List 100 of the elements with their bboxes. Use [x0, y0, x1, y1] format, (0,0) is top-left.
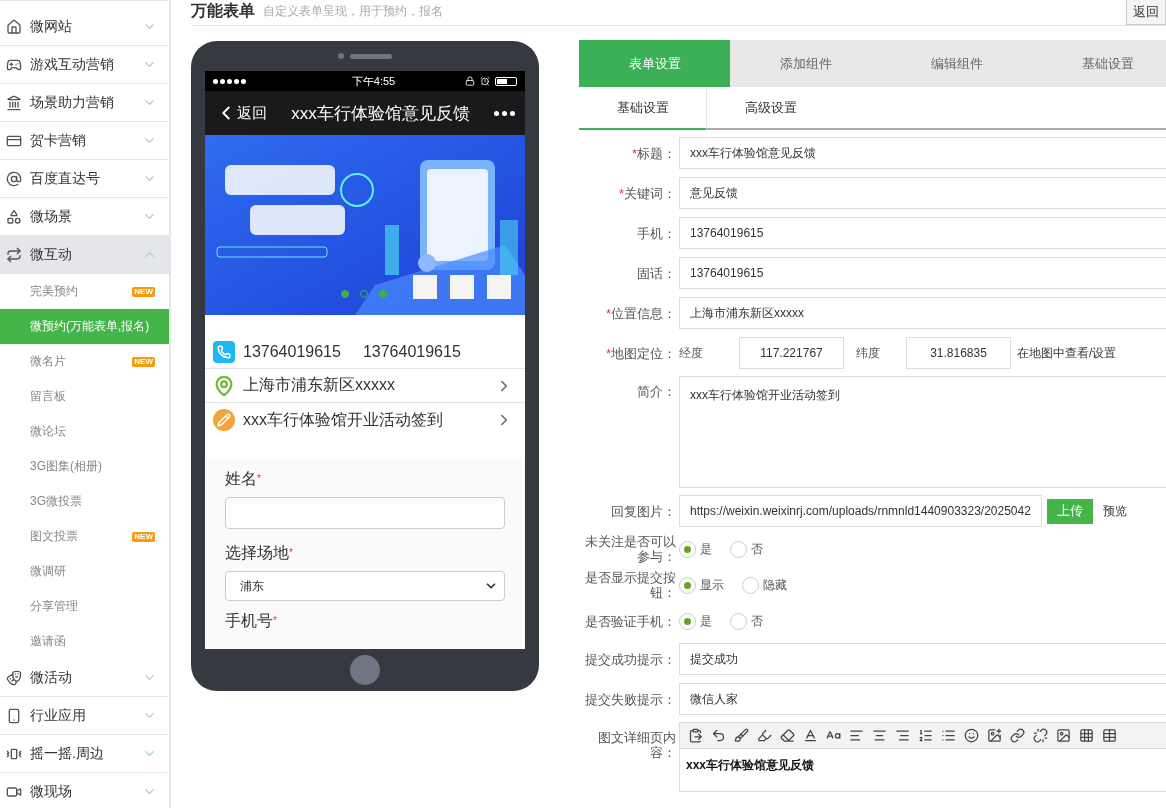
text-field[interactable]: 微信人家	[679, 683, 1166, 715]
field-label: 手机：	[636, 225, 677, 241]
longitude-label: 经度	[679, 344, 703, 362]
field-label: 选择场地*	[225, 543, 294, 563]
bullet-list-icon[interactable]	[941, 728, 956, 743]
radio-option[interactable]: 否	[730, 612, 763, 630]
brush-icon[interactable]	[734, 728, 749, 743]
required-mark: *	[289, 547, 293, 558]
radio-option[interactable]: 显示	[679, 576, 724, 594]
back-link[interactable]: 返回	[215, 102, 267, 124]
battery-icon	[495, 76, 517, 86]
mask-icon	[6, 669, 22, 686]
subtab[interactable]: 基础设置	[579, 88, 707, 130]
tab[interactable]: 添加组件	[730, 40, 881, 87]
required-mark: *	[618, 185, 624, 201]
contact-row: 13764019615 13764019615	[205, 335, 525, 369]
description-field[interactable]: xxx车行体验馆开业活动签到	[679, 376, 1166, 488]
field-label: 提交失败提示：	[584, 691, 677, 707]
signal-icon	[213, 78, 246, 84]
text-field[interactable]: xxx车行体验馆意见反馈	[679, 137, 1166, 169]
screen-title: xxx车行体验馆意见反馈	[290, 102, 471, 125]
pencil-icon	[213, 409, 235, 431]
camera-icon	[338, 53, 344, 59]
phone-icon	[6, 707, 22, 724]
map-pin-icon	[213, 374, 235, 397]
field-label: *标题：	[630, 145, 677, 161]
carousel-dot[interactable]	[379, 290, 387, 298]
highlighter-icon[interactable]	[757, 728, 772, 743]
radio-option[interactable]: 隐藏	[742, 576, 787, 594]
required-mark: *	[257, 473, 261, 484]
alarm-icon	[480, 76, 490, 86]
phone-icon	[213, 340, 235, 363]
home-button[interactable]	[350, 655, 380, 685]
longitude-field[interactable]: 117.221767	[739, 337, 844, 369]
lock-icon	[465, 76, 475, 86]
eraser-icon[interactable]	[780, 728, 795, 743]
required-mark: *	[605, 305, 611, 321]
latitude-field[interactable]: 31.816835	[906, 337, 1011, 369]
preview-link[interactable]: 预览	[1102, 502, 1127, 520]
field-label: 图文详细页内容：	[597, 729, 677, 760]
image-url-field[interactable]: https://weixin.weixinrj.com/uploads/rnmnld1440903323/2025042	[679, 495, 1042, 527]
home-icon	[6, 18, 22, 35]
rich-text-editor[interactable]: xxx车行体验馆意见反馈	[679, 722, 1166, 792]
align-center-icon[interactable]	[872, 728, 887, 743]
sidebar-item[interactable]: 微互动	[0, 236, 169, 274]
editor-content: xxx车行体验馆意见反馈	[685, 757, 816, 774]
latitude-label: 纬度	[856, 344, 880, 362]
field-label: 提交成功提示：	[584, 651, 677, 667]
table-icon[interactable]	[1102, 728, 1117, 743]
emoji-icon[interactable]	[964, 728, 979, 743]
text-field[interactable]: 13764019615	[679, 257, 1166, 289]
text-field[interactable]: 13764019615	[679, 217, 1166, 249]
required-mark: *	[631, 145, 637, 161]
paste-icon[interactable]	[688, 728, 703, 743]
name-field[interactable]	[225, 497, 505, 529]
unlink-icon[interactable]	[1033, 728, 1048, 743]
field-label: 固话：	[636, 265, 677, 281]
numbered-list-icon[interactable]	[918, 728, 933, 743]
radio-option[interactable]: 是	[679, 540, 712, 558]
map-link[interactable]: 在地图中查看/设置	[1017, 344, 1117, 362]
bank-icon	[6, 94, 22, 111]
text-field[interactable]: 上海市浦东新区xxxxx	[679, 297, 1166, 329]
venue-select[interactable]: 浦东	[225, 571, 505, 601]
field-label: *关键词：	[617, 185, 677, 201]
shapes-icon	[6, 208, 22, 225]
radio-option[interactable]: 是	[679, 612, 712, 630]
grid-icon[interactable]	[1079, 728, 1094, 743]
field-label: 回复图片：	[610, 503, 677, 519]
text-field[interactable]: 提交成功	[679, 643, 1166, 675]
align-left-icon[interactable]	[849, 728, 864, 743]
field-label: 是否验证手机：	[584, 613, 677, 629]
at-sign-icon	[6, 170, 22, 187]
tab[interactable]: 基础设置	[1032, 40, 1166, 87]
subtab[interactable]: 高级设置	[707, 88, 835, 130]
page-subtitle: 自定义表单呈现，用于预约，报名	[263, 3, 444, 20]
more-icon[interactable]	[494, 110, 515, 116]
field-label: 简介：	[636, 383, 677, 399]
align-right-icon[interactable]	[895, 728, 910, 743]
undo-icon[interactable]	[711, 728, 726, 743]
tab[interactable]: 编辑组件	[881, 40, 1032, 87]
loop-icon	[6, 246, 22, 263]
required-mark: *	[273, 615, 277, 626]
contact-row[interactable]: xxx车行体验馆开业活动签到	[205, 403, 525, 437]
speaker-icon	[350, 53, 392, 59]
contact-row[interactable]: 上海市浦东新区xxxxx	[205, 369, 525, 403]
font-color-icon[interactable]	[803, 728, 818, 743]
page-title: 万能表单	[191, 1, 255, 21]
image-icon[interactable]	[1056, 728, 1071, 743]
status-time: 下午4:55	[351, 73, 396, 89]
radio-option[interactable]: 否	[730, 540, 763, 558]
field-label: *位置信息：	[604, 305, 677, 321]
required-mark: *	[605, 345, 611, 361]
back-button[interactable]: 返回	[1126, 0, 1166, 25]
carousel-dot[interactable]	[341, 290, 349, 298]
insert-image-icon[interactable]	[987, 728, 1002, 743]
field-label: 姓名*	[225, 469, 262, 489]
field-label: *地图定位：	[604, 345, 677, 361]
field-label: 是否显示提交按钮：	[584, 570, 677, 600]
text-field[interactable]: 意见反馈	[679, 177, 1166, 209]
link-icon[interactable]	[1010, 728, 1025, 743]
